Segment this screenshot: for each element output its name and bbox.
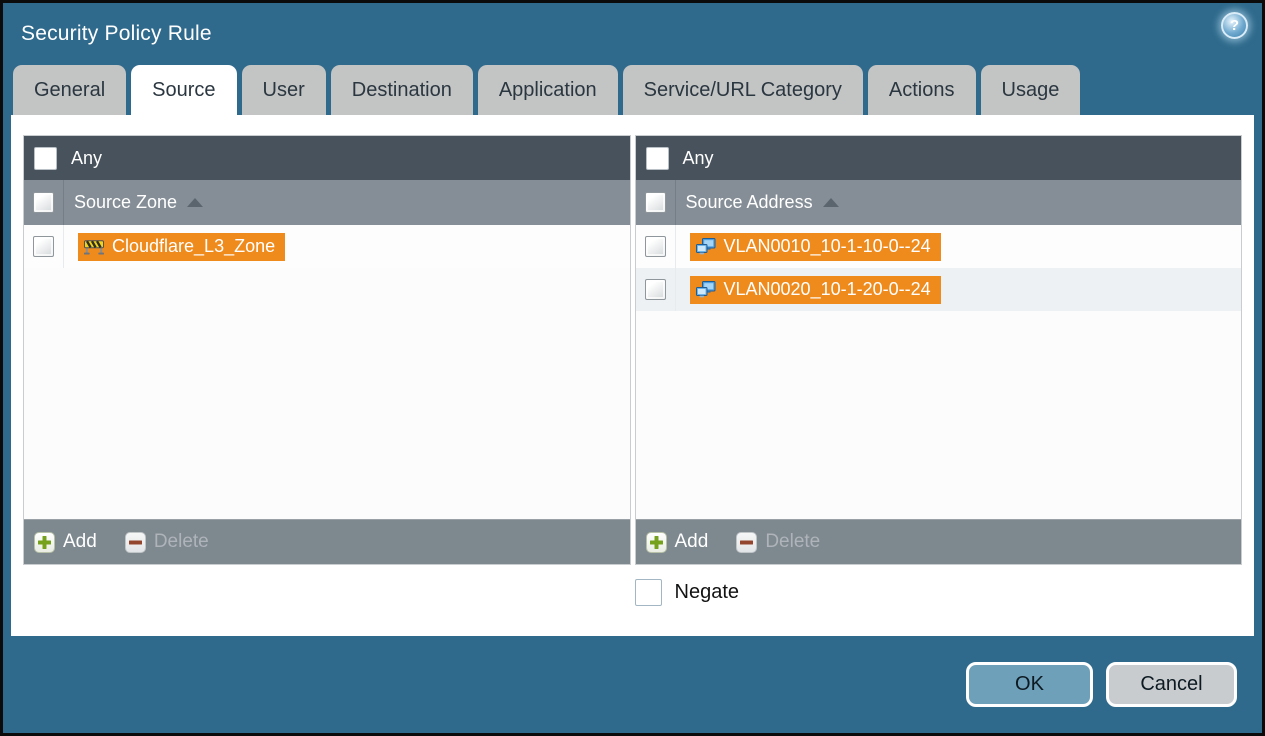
selected-object-chip[interactable]: Cloudflare_L3_Zone (78, 232, 286, 261)
object-label: VLAN0020_10-1-20-0--24 (723, 279, 931, 299)
row-checkbox[interactable] (644, 279, 666, 300)
network-icon (695, 281, 716, 298)
select-all-cell (636, 180, 676, 225)
zone-icon (84, 238, 104, 255)
source-zone-column-title[interactable]: Source Zone (74, 192, 177, 213)
source-zone-any-checkbox[interactable] (34, 146, 57, 170)
source-zone-panel: Any Source Zone Cloudflare_L3_Zone Add D… (23, 135, 631, 565)
ok-button[interactable]: OK (966, 662, 1093, 707)
source-address-toolbar: Add Delete (635, 519, 1241, 564)
row-checkbox[interactable] (33, 236, 54, 257)
sort-ascending-icon[interactable] (822, 198, 839, 207)
object-label: Cloudflare_L3_Zone (112, 236, 276, 256)
plus-icon (34, 531, 55, 553)
source-address-column-title[interactable]: Source Address (686, 192, 813, 213)
source-address-any-checkbox[interactable] (645, 146, 669, 170)
source-address-list: VLAN0010_10-1-10-0--24 VLAN0020_10-1-20-0… (635, 225, 1241, 519)
source-address-any-row: Any (635, 136, 1241, 180)
title-bar: Security Policy Rule (3, 3, 1262, 65)
negate-label: Negate (674, 581, 740, 603)
source-address-panel: Any Source Address VLAN0010_10-1-10-0--2… (634, 135, 1242, 565)
tab-user[interactable]: User (241, 65, 326, 115)
row-checkbox-cell (636, 268, 676, 311)
list-item: VLAN0020_10-1-20-0--24 (635, 268, 1241, 311)
source-zone-any-label: Any (71, 147, 103, 168)
delete-button-label: Delete (765, 531, 821, 552)
source-zone-column-header: Source Zone (24, 180, 630, 225)
delete-button[interactable]: Delete (736, 531, 820, 553)
source-zone-list: Cloudflare_L3_Zone (24, 225, 630, 519)
tab-service-url-category[interactable]: Service/URL Category (622, 65, 863, 115)
cancel-button[interactable]: Cancel (1106, 662, 1237, 707)
delete-button[interactable]: Delete (124, 531, 209, 553)
plus-icon (645, 531, 667, 553)
add-button[interactable]: Add (34, 531, 97, 553)
source-zone-select-all-checkbox[interactable] (33, 192, 54, 213)
network-icon (695, 238, 716, 255)
add-button-label: Add (674, 531, 709, 552)
selected-object-chip[interactable]: VLAN0020_10-1-20-0--24 (689, 275, 941, 304)
tab-actions[interactable]: Actions (867, 65, 976, 115)
source-zone-any-row: Any (24, 136, 630, 180)
add-button-label: Add (63, 531, 97, 552)
tab-usage[interactable]: Usage (980, 65, 1081, 115)
panels-container: Any Source Zone Cloudflare_L3_Zone Add D… (23, 135, 1242, 565)
dialog-footer: OK Cancel (3, 636, 1262, 733)
object-label: VLAN0010_10-1-10-0--24 (723, 236, 931, 256)
add-button[interactable]: Add (645, 531, 709, 553)
tab-source[interactable]: Source (131, 65, 237, 115)
list-item: Cloudflare_L3_Zone (24, 225, 630, 268)
tab-general[interactable]: General (13, 65, 127, 115)
row-checkbox-cell (636, 225, 676, 268)
source-address-any-label: Any (682, 147, 714, 168)
negate-row: Negate (634, 579, 1243, 606)
help-icon[interactable]: ? (1221, 12, 1248, 39)
sort-ascending-icon[interactable] (187, 198, 204, 207)
list-item: VLAN0010_10-1-10-0--24 (635, 225, 1241, 268)
tab-bar: General Source User Destination Application S… (3, 65, 1262, 115)
tab-content: Any Source Zone Cloudflare_L3_Zone Add D… (11, 115, 1254, 636)
page-title: Security Policy Rule (21, 22, 212, 45)
select-all-cell (24, 180, 64, 225)
source-address-select-all-checkbox[interactable] (644, 192, 666, 213)
security-policy-rule-dialog: Security Policy Rule ? General Source User… (0, 0, 1265, 736)
source-address-column-header: Source Address (635, 180, 1241, 225)
negate-checkbox[interactable] (634, 579, 662, 606)
minus-icon (124, 531, 146, 553)
row-checkbox[interactable] (644, 236, 666, 257)
delete-button-label: Delete (153, 531, 209, 552)
selected-object-chip[interactable]: VLAN0010_10-1-10-0--24 (689, 232, 941, 261)
tab-application[interactable]: Application (477, 65, 618, 115)
row-checkbox-cell (24, 225, 64, 268)
minus-icon (736, 531, 758, 553)
tab-destination[interactable]: Destination (330, 65, 473, 115)
source-zone-toolbar: Add Delete (24, 519, 630, 564)
